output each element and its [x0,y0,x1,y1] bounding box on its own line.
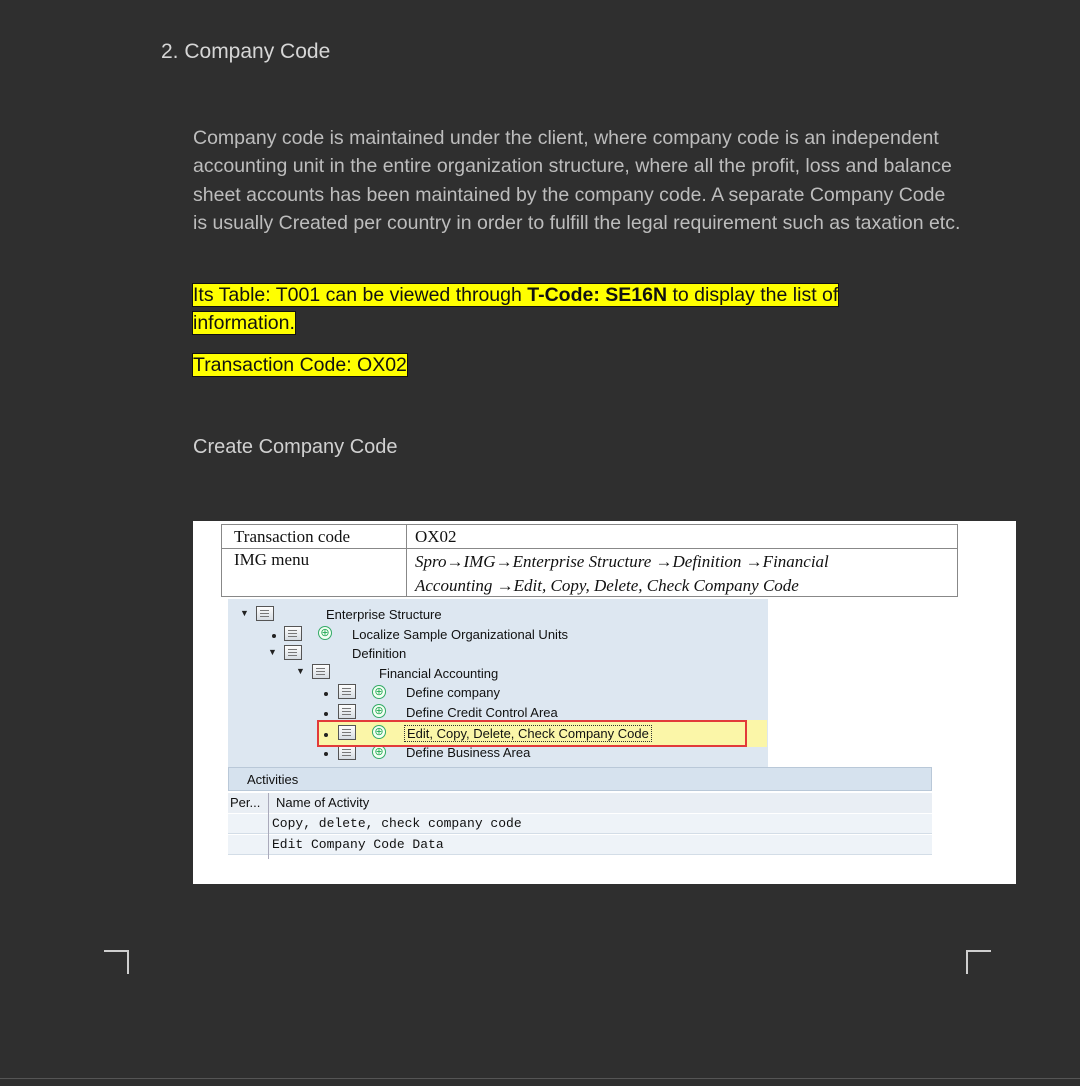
column-per[interactable]: Per... [230,795,260,810]
execute-icon[interactable]: ⊕ [318,626,332,640]
document-icon [312,664,330,679]
table-note-prefix: Its Table: T001 can be viewed through [193,284,528,306]
transaction-code-table: Transaction code OX02 IMG menu Spro→IMG→… [221,524,958,597]
execute-icon[interactable]: ⊕ [372,685,386,699]
table-note-line: Its Table: T001 can be viewed through T-… [191,282,840,309]
execute-icon[interactable]: ⊕ [372,704,386,718]
img-menu-path-line1: Spro→IMG→Enterprise Structure →Definitio… [415,552,829,571]
execute-icon[interactable]: ⊕ [372,745,386,759]
column-name-of-activity[interactable]: Name of Activity [276,795,369,810]
document-icon [338,704,356,719]
document-icon [338,684,356,699]
img-menu-path-line2: Accounting →Edit, Copy, Delete, Check Co… [415,576,799,595]
subheading: Create Company Code [193,436,398,458]
heading: 2. Company Code [161,40,331,63]
document-icon [284,645,302,660]
divider [0,1078,1080,1079]
highlight-box [317,720,747,747]
transaction-code-text: Transaction Code: OX02 [192,353,408,377]
tree-node-enterprise-structure[interactable]: Enterprise Structure [326,607,442,622]
activity-name: Copy, delete, check company code [272,816,522,831]
table-note-line2: information. [192,310,296,337]
tree-node-financial-accounting[interactable]: Financial Accounting [379,666,498,681]
table-note-suffix: to display the list of [667,284,839,306]
value-img-menu: Spro→IMG→Enterprise Structure →Definitio… [415,550,955,598]
activity-row[interactable]: Copy, delete, check company code [228,814,932,834]
transaction-code-note: Transaction Code: OX02 [192,352,408,379]
activities-columns: Per... Name of Activity [228,793,932,813]
sap-screenshot-figure: Transaction code OX02 IMG menu Spro→IMG→… [193,521,1016,884]
crop-corner-left [104,950,129,974]
document-icon [338,745,356,760]
document-icon [256,606,274,621]
tree-node-localize[interactable]: Localize Sample Organizational Units [352,627,568,642]
document-icon [284,626,302,641]
label-transaction-code: Transaction code [234,527,350,546]
activity-row[interactable]: Edit Company Code Data [228,835,932,855]
activities-panel: Activities Per... Name of Activity Copy,… [228,767,932,865]
tree-node-define-business-area[interactable]: Define Business Area [406,745,530,760]
crop-corner-right [966,950,991,974]
activities-title: Activities [228,767,932,791]
activity-name: Edit Company Code Data [272,837,444,852]
body-paragraph: Company code is maintained under the cli… [193,127,961,235]
label-img-menu: IMG menu [234,550,310,569]
tcode-se16n: T-Code: SE16N [527,284,668,306]
tree-node-define-credit-control-area[interactable]: Define Credit Control Area [406,705,558,720]
table-note-continued: information. [192,311,296,335]
tree-node-definition[interactable]: Definition [352,646,406,661]
value-transaction-code: OX02 [415,527,457,546]
tree-node-define-company[interactable]: Define company [406,685,500,700]
